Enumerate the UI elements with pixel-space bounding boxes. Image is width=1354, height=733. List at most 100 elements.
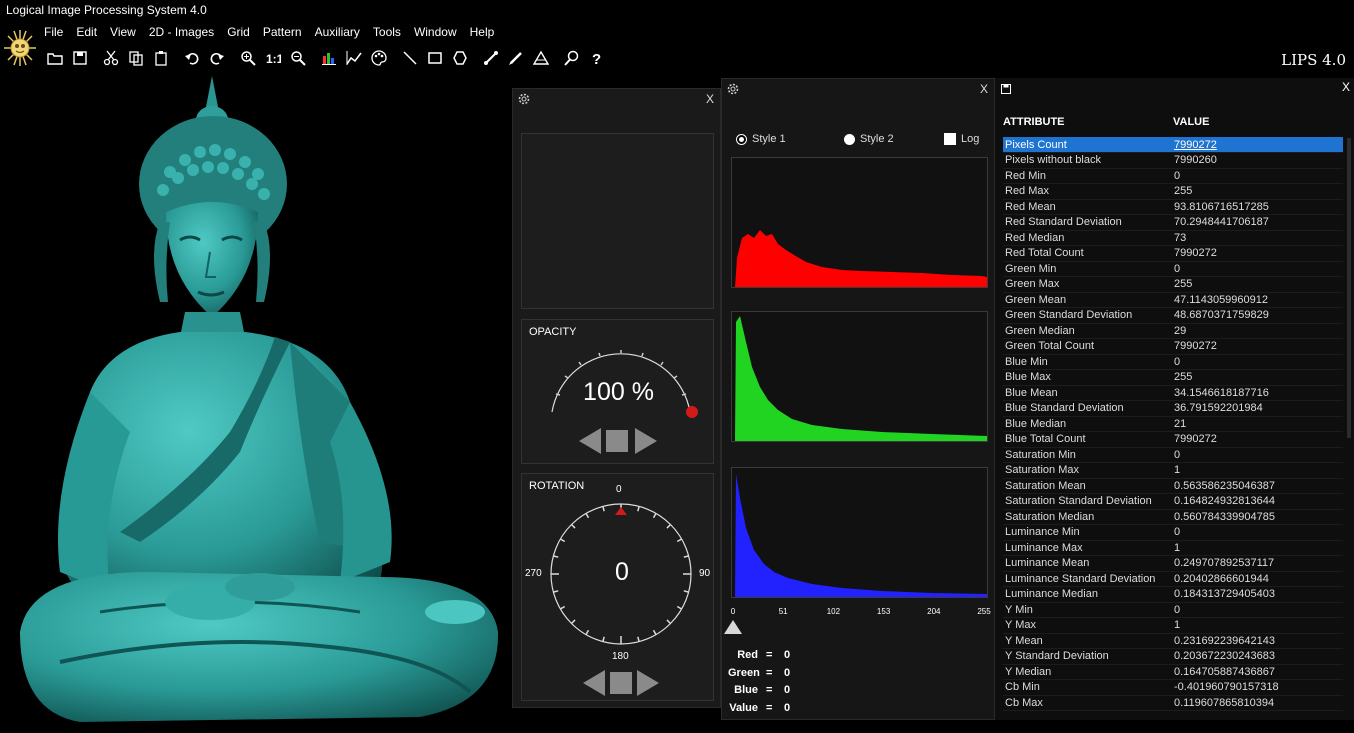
open-folder-icon[interactable] (44, 47, 66, 69)
table-row[interactable]: Saturation Standard Deviation 0.164824932… (1003, 493, 1343, 510)
rotation-dial[interactable] (522, 474, 715, 702)
menu-file[interactable]: File (44, 22, 72, 42)
menu-auxiliary[interactable]: Auxiliary (315, 22, 369, 42)
table-row[interactable]: Pixels Count 7990272 (1003, 137, 1343, 153)
menu-window[interactable]: Window (414, 22, 466, 42)
table-row[interactable]: Luminance Max 1 (1003, 540, 1343, 556)
close-button[interactable]: X (1342, 80, 1350, 94)
attribute-cell: Green Min (1003, 261, 1172, 277)
menu-view[interactable]: View (110, 22, 145, 42)
table-row[interactable]: Green Min 0 (1003, 261, 1343, 277)
table-row[interactable]: Green Max 255 (1003, 276, 1343, 293)
menu-edit[interactable]: Edit (76, 22, 106, 42)
cut-icon[interactable] (100, 47, 122, 69)
table-row[interactable]: Y Mean 0.231692239642143 (1003, 633, 1343, 649)
table-row[interactable]: Saturation Median 0.560784339904785 (1003, 509, 1343, 525)
save-icon[interactable] (1001, 84, 1011, 94)
measure-icon[interactable] (480, 47, 502, 69)
table-row[interactable]: Luminance Mean 0.249707892537117 (1003, 555, 1343, 572)
line-tool-icon[interactable] (399, 47, 421, 69)
histogram-axis: 0 51 102 153 204 255 (731, 607, 991, 621)
table-row[interactable]: Luminance Median 0.184313729405403 (1003, 586, 1343, 603)
redo-icon[interactable] (206, 47, 228, 69)
menu-2d-images[interactable]: 2D - Images (149, 22, 223, 42)
value-number: 0 (784, 666, 791, 679)
gear-icon[interactable] (726, 82, 740, 96)
actual-size-icon[interactable]: 1:1 (262, 47, 284, 69)
histogram-icon[interactable] (318, 47, 340, 69)
value-cell: 29 (1172, 323, 1343, 339)
image-canvas[interactable] (0, 72, 512, 733)
line-chart-icon[interactable] (343, 47, 365, 69)
dial-tick (683, 590, 689, 593)
rectangle-tool-icon[interactable] (424, 47, 446, 69)
table-row[interactable]: Cb Min -0.401960790157318 (1003, 679, 1343, 696)
zoom-in-icon[interactable] (237, 47, 259, 69)
table-row[interactable]: Green Standard Deviation 48.6870371759829 (1003, 307, 1343, 324)
value-cell: 7990260 (1172, 152, 1343, 169)
table-row[interactable]: Y Standard Deviation 0.203672230243683 (1003, 648, 1343, 665)
table-row[interactable]: Red Standard Deviation 70.2948441706187 (1003, 214, 1343, 231)
value-label: Red (737, 649, 758, 661)
table-row[interactable]: Red Total Count 7990272 (1003, 245, 1343, 262)
dial-tick (570, 523, 576, 529)
search-icon[interactable] (561, 47, 583, 69)
zoom-out-icon[interactable] (287, 47, 309, 69)
attribute-column-header[interactable]: ATTRIBUTE (1003, 116, 1065, 128)
help-icon[interactable]: ? (586, 47, 608, 69)
table-row[interactable]: Saturation Min 0 (1003, 447, 1343, 463)
paste-icon[interactable] (150, 47, 172, 69)
menu-grid[interactable]: Grid (227, 22, 259, 42)
value-column-header[interactable]: VALUE (1173, 116, 1209, 128)
log-checkbox[interactable]: Log (944, 133, 979, 145)
hexagon-tool-icon[interactable] (449, 47, 471, 69)
menu-pattern[interactable]: Pattern (263, 22, 311, 42)
menu-help[interactable]: Help (470, 22, 504, 42)
copy-icon[interactable] (125, 47, 147, 69)
table-row[interactable]: Y Max 1 (1003, 617, 1343, 634)
table-row[interactable]: Blue Median 21 (1003, 416, 1343, 432)
undo-icon[interactable] (181, 47, 203, 69)
table-row[interactable]: Luminance Min 0 (1003, 524, 1343, 541)
attribute-cell: Red Standard Deviation (1003, 214, 1172, 231)
table-row[interactable]: Saturation Max 1 (1003, 462, 1343, 479)
dial-tick (602, 506, 605, 512)
table-row[interactable]: Cb Max 0.119607865810394 (1003, 695, 1343, 711)
table-row[interactable]: Red Mean 93.8106716517285 (1003, 199, 1343, 215)
table-row[interactable]: Red Min 0 (1003, 168, 1343, 184)
scrollbar[interactable] (1347, 138, 1351, 438)
table-row[interactable]: Green Median 29 (1003, 323, 1343, 339)
table-row[interactable]: Y Min 0 (1003, 602, 1343, 618)
table-row[interactable]: Green Total Count 7990272 (1003, 338, 1343, 355)
style2-radio[interactable]: Style 2 (844, 133, 894, 145)
style1-radio[interactable]: Style 1 (736, 133, 786, 145)
table-row[interactable]: Red Median 73 (1003, 230, 1343, 246)
triangle-icon[interactable] (530, 47, 552, 69)
gear-icon[interactable] (517, 92, 531, 106)
green-histogram (731, 311, 988, 442)
close-button[interactable]: X (706, 92, 714, 106)
table-row[interactable]: Pixels without black 7990260 (1003, 152, 1343, 169)
table-row[interactable]: Red Max 255 (1003, 183, 1343, 200)
close-button[interactable]: X (980, 82, 988, 96)
equals-sign: = (766, 666, 773, 679)
save-icon[interactable] (69, 47, 91, 69)
pixel-value-row: Green = 0 (728, 667, 818, 681)
opacity-stepper (579, 428, 657, 454)
palette-icon[interactable] (368, 47, 390, 69)
value-cell: 47.1143059960912 (1172, 292, 1343, 308)
table-row[interactable]: Luminance Standard Deviation 0.2040286660… (1003, 571, 1343, 587)
dial-tick (560, 605, 566, 610)
table-row[interactable]: Blue Mean 34.1546618187716 (1003, 385, 1343, 401)
pen-icon[interactable] (505, 47, 527, 69)
table-row[interactable]: Green Mean 47.1143059960912 (1003, 292, 1343, 308)
table-row[interactable]: Blue Standard Deviation 36.791592201984 (1003, 400, 1343, 417)
table-row[interactable]: Blue Max 255 (1003, 369, 1343, 386)
table-row[interactable]: Saturation Mean 0.563586235046387 (1003, 478, 1343, 494)
table-row[interactable]: Blue Min 0 (1003, 354, 1343, 370)
menu-tools[interactable]: Tools (373, 22, 410, 42)
table-row[interactable]: Blue Total Count 7990272 (1003, 431, 1343, 448)
table-row[interactable]: Y Median 0.164705887436867 (1003, 664, 1343, 680)
opacity-control: OPACITY 100 % (521, 319, 714, 464)
threshold-marker-icon[interactable] (723, 619, 743, 635)
